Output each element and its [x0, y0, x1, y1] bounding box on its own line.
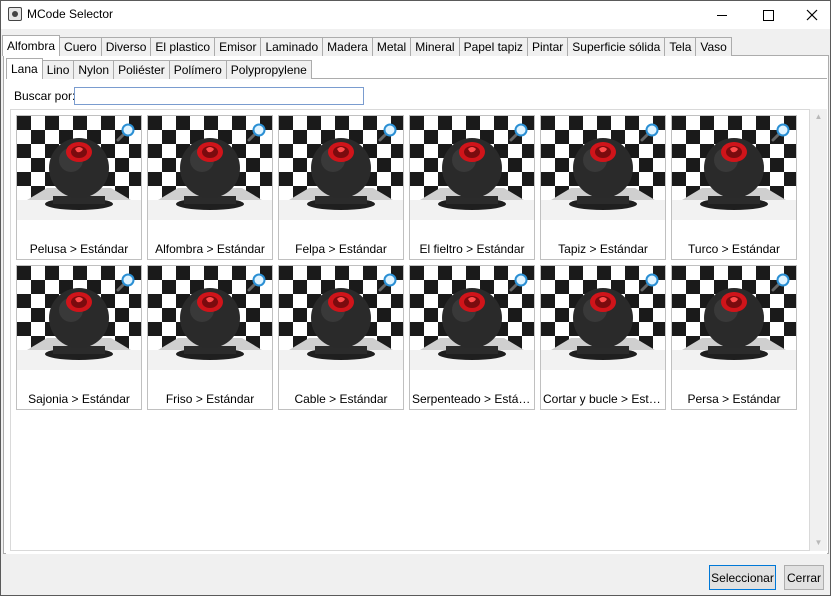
tab-category[interactable]: Metal: [371, 37, 412, 56]
maximize-button[interactable]: [745, 1, 791, 29]
magnifier-icon[interactable]: [771, 272, 791, 292]
material-caption: Sajonia > Estándar: [28, 392, 130, 406]
minimize-button[interactable]: [699, 1, 745, 29]
tab-subcategory[interactable]: Nylon: [73, 60, 115, 79]
magnifier-icon[interactable]: [378, 122, 398, 142]
material-caption: Pelusa > Estándar: [29, 242, 129, 256]
tab-category[interactable]: Superficie sólida: [567, 37, 666, 56]
magnifier-icon[interactable]: [247, 122, 267, 142]
material-tile[interactable]: Pelusa > Estándar: [16, 115, 142, 260]
material-grid: Pelusa > Estándar Alfombra > Estándar Fe…: [10, 109, 810, 551]
material-tile[interactable]: El fieltro > Estándar: [409, 115, 535, 260]
tab-category[interactable]: Alfombra: [2, 35, 61, 56]
material-tile[interactable]: Cortar y bucle > Estándar: [540, 265, 666, 410]
tab-subcategory[interactable]: Poliéster: [113, 60, 170, 79]
close-button[interactable]: [789, 1, 831, 29]
subcategory-tabs: Lana Lino Nylon Poliéster Polímero Polypropyl…: [6, 58, 312, 79]
material-tile[interactable]: Turco > Estándar: [671, 115, 797, 260]
magnifier-icon[interactable]: [116, 272, 136, 292]
material-caption: Turco > Estándar: [688, 242, 780, 256]
material-tile[interactable]: Persa > Estándar: [671, 265, 797, 410]
material-caption: Felpa > Estándar: [295, 242, 387, 256]
search-input[interactable]: [74, 87, 364, 105]
magnifier-icon[interactable]: [640, 122, 660, 142]
material-tile[interactable]: Friso > Estándar: [147, 265, 273, 410]
close-dialog-button[interactable]: Cerrar: [784, 565, 824, 590]
material-tile[interactable]: Felpa > Estándar: [278, 115, 404, 260]
material-tile[interactable]: Tapiz > Estándar: [540, 115, 666, 260]
scroll-up-icon[interactable]: ▲: [810, 110, 827, 124]
magnifier-icon[interactable]: [771, 122, 791, 142]
magnifier-icon[interactable]: [378, 272, 398, 292]
mcode-selector-window: MCode Selector Alfombra Cuero Diverso El pl…: [0, 0, 831, 596]
app-icon: [8, 7, 22, 21]
material-caption: El fieltro > Estándar: [419, 242, 525, 256]
tab-category[interactable]: Emisor: [214, 37, 262, 56]
tab-category[interactable]: Tela: [664, 37, 697, 56]
material-tile[interactable]: Sajonia > Estándar: [16, 265, 142, 410]
tab-subcategory[interactable]: Lino: [41, 60, 75, 79]
material-caption: Tapiz > Estándar: [558, 242, 648, 256]
scroll-down-icon[interactable]: ▼: [810, 536, 827, 550]
material-caption: Cortar y bucle > Estándar: [543, 392, 663, 406]
material-tile[interactable]: Serpenteado > Estándar: [409, 265, 535, 410]
tab-category[interactable]: Cuero: [59, 37, 102, 56]
magnifier-icon[interactable]: [116, 122, 136, 142]
tab-category[interactable]: Laminado: [260, 37, 324, 56]
tab-subcategory[interactable]: Lana: [6, 58, 43, 79]
select-button[interactable]: Seleccionar: [709, 565, 776, 590]
tab-category[interactable]: Papel tapiz: [458, 37, 528, 56]
material-tile[interactable]: Alfombra > Estándar: [147, 115, 273, 260]
material-caption: Serpenteado > Estándar: [412, 392, 532, 406]
material-caption: Persa > Estándar: [687, 392, 781, 406]
title-bar: MCode Selector: [1, 1, 830, 29]
window-title: MCode Selector: [27, 7, 114, 21]
material-caption: Alfombra > Estándar: [155, 242, 265, 256]
magnifier-icon[interactable]: [247, 272, 267, 292]
vertical-scrollbar[interactable]: ▲ ▼: [810, 109, 827, 551]
tab-category[interactable]: Mineral: [410, 37, 460, 56]
magnifier-icon[interactable]: [509, 122, 529, 142]
tab-category[interactable]: Madera: [322, 37, 373, 56]
material-caption: Friso > Estándar: [165, 392, 255, 406]
magnifier-icon[interactable]: [509, 272, 529, 292]
material-caption: Cable > Estándar: [294, 392, 388, 406]
close-icon: [806, 9, 818, 21]
tab-category[interactable]: Pintar: [526, 37, 569, 56]
tab-category[interactable]: Diverso: [100, 37, 152, 56]
category-tabs: Alfombra Cuero Diverso El plastico Emisor Lam…: [2, 35, 732, 56]
tab-subcategory[interactable]: Polímero: [168, 60, 227, 79]
magnifier-icon[interactable]: [640, 272, 660, 292]
tab-category[interactable]: El plastico: [150, 37, 216, 56]
tab-category[interactable]: Vaso: [695, 37, 732, 56]
material-tile[interactable]: Cable > Estándar: [278, 265, 404, 410]
tab-subcategory[interactable]: Polypropylene: [225, 60, 312, 79]
search-label: Buscar por:: [14, 89, 76, 103]
